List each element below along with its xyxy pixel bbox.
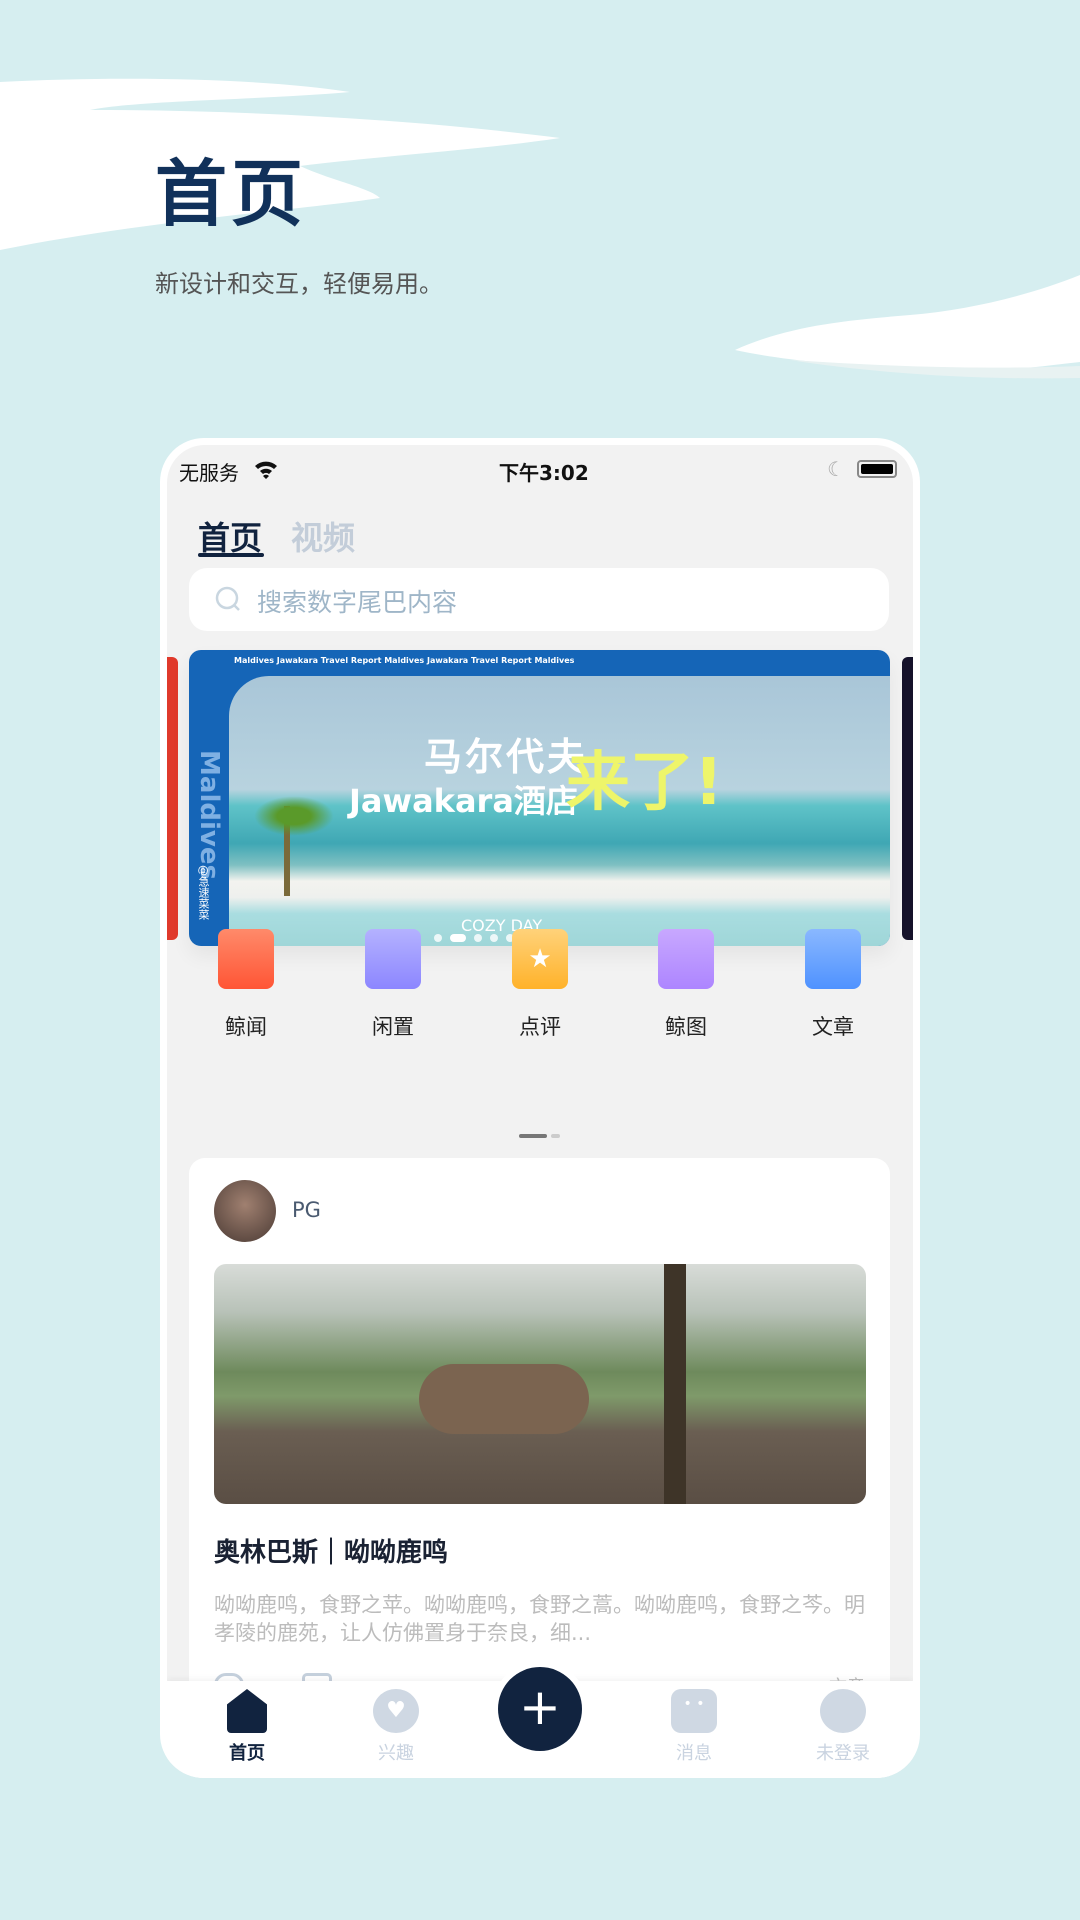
message-icon: • • bbox=[671, 1689, 717, 1733]
banner-image: 马尔代夫 Jawakara酒店 来了! COZY DAY bbox=[229, 676, 890, 946]
cloud-decoration bbox=[735, 275, 1080, 379]
tree-trunk bbox=[664, 1264, 686, 1504]
tab-bar-label: 首页 bbox=[229, 1743, 265, 1764]
grid-item-gallery[interactable]: 鲸图 bbox=[636, 929, 736, 1041]
tab-bar-label: 未登录 bbox=[816, 1743, 870, 1764]
grid-label: 闲置 bbox=[372, 1015, 414, 1039]
image-icon bbox=[658, 929, 714, 989]
grid-label: 点评 bbox=[519, 1015, 561, 1039]
grid-item-secondhand[interactable]: 闲置 bbox=[343, 929, 443, 1041]
banner-headline-2: Jawakara酒店 bbox=[349, 782, 578, 820]
grid-label: 鲸图 bbox=[665, 1015, 707, 1039]
grid-page-indicator bbox=[551, 1134, 560, 1138]
hero-title: 首页 bbox=[155, 152, 308, 236]
wifi-icon bbox=[255, 461, 277, 479]
banner-headline-accent: 来了! bbox=[566, 746, 724, 820]
avatar[interactable] bbox=[214, 1180, 276, 1242]
search-input[interactable]: 搜索数字尾巴内容 bbox=[189, 568, 889, 631]
tab-video[interactable]: 视频 bbox=[291, 513, 355, 559]
tab-bar-interest[interactable]: ♥ 兴趣 bbox=[356, 1689, 436, 1765]
post-excerpt: 呦呦鹿鸣，食野之苹。呦呦鹿鸣，食野之蒿。呦呦鹿鸣，食野之芩。明孝陵的鹿苑，让人仿… bbox=[214, 1593, 865, 1645]
star-jar-icon: ★ bbox=[512, 929, 568, 989]
post-image[interactable] bbox=[214, 1264, 866, 1504]
clock: 下午3:02 bbox=[499, 461, 589, 485]
grid-item-review[interactable]: ★ 点评 bbox=[490, 929, 590, 1041]
grid-item-article[interactable]: 文章 bbox=[783, 929, 883, 1041]
carrier: 无服务 bbox=[179, 461, 239, 485]
banner-header-text: Maldives Jawakara Travel Report Maldives… bbox=[234, 656, 575, 665]
phone-mockup: 无服务 下午3:02 ☾ 首页 视频 搜索数字尾巴内容 Maldives Jaw… bbox=[160, 438, 920, 1778]
grid-label: 文章 bbox=[812, 1015, 854, 1039]
plus-icon: + bbox=[519, 1678, 561, 1736]
grid-item-news[interactable]: 鲸闻 bbox=[196, 929, 296, 1041]
user-face-icon bbox=[820, 1689, 866, 1733]
create-post-button[interactable]: + bbox=[498, 1667, 582, 1751]
status-bar: 无服务 下午3:02 ☾ bbox=[179, 457, 901, 487]
moon-icon: ☾ bbox=[827, 457, 845, 481]
grid-label: 鲸闻 bbox=[225, 1015, 267, 1039]
box-icon bbox=[365, 929, 421, 989]
post-title[interactable]: 奥林巴斯｜呦呦鹿鸣 bbox=[214, 1532, 448, 1569]
prev-slide-peek[interactable] bbox=[167, 657, 178, 940]
banner-handle: @急速菜菜 bbox=[197, 865, 210, 920]
search-placeholder: 搜索数字尾巴内容 bbox=[257, 588, 458, 617]
battery-icon bbox=[857, 460, 897, 478]
palm-tree bbox=[254, 786, 334, 896]
tab-underline bbox=[198, 553, 264, 557]
hero-subtitle: 新设计和交互，轻便易用。 bbox=[155, 270, 443, 298]
tab-bar-messages[interactable]: • • 消息 bbox=[654, 1689, 734, 1765]
banner-headline-1: 马尔代夫 bbox=[424, 735, 589, 779]
deer bbox=[419, 1364, 589, 1434]
search-icon bbox=[215, 586, 240, 611]
banner-side-text: Maldives bbox=[194, 750, 224, 880]
tab-bar-home[interactable]: 首页 bbox=[207, 1689, 287, 1765]
heart-bubble-icon: ♥ bbox=[373, 1689, 419, 1733]
tab-bar-label: 兴趣 bbox=[378, 1743, 414, 1764]
next-slide-peek[interactable] bbox=[902, 657, 913, 940]
banner-carousel[interactable]: Maldives Jawakara Travel Report Maldives… bbox=[189, 650, 890, 946]
tab-bar-profile[interactable]: 未登录 bbox=[803, 1689, 883, 1765]
tab-bar-label: 消息 bbox=[676, 1743, 712, 1764]
post-author[interactable]: PG bbox=[292, 1198, 321, 1222]
home-icon bbox=[227, 1689, 267, 1733]
grid-page-indicator-active bbox=[519, 1134, 547, 1138]
news-icon bbox=[218, 929, 274, 989]
bottom-tab-bar: 首页 ♥ 兴趣 + • • 消息 未登录 bbox=[167, 1667, 913, 1778]
app-screen: 无服务 下午3:02 ☾ 首页 视频 搜索数字尾巴内容 Maldives Jaw… bbox=[167, 445, 913, 1778]
scroll-icon bbox=[805, 929, 861, 989]
